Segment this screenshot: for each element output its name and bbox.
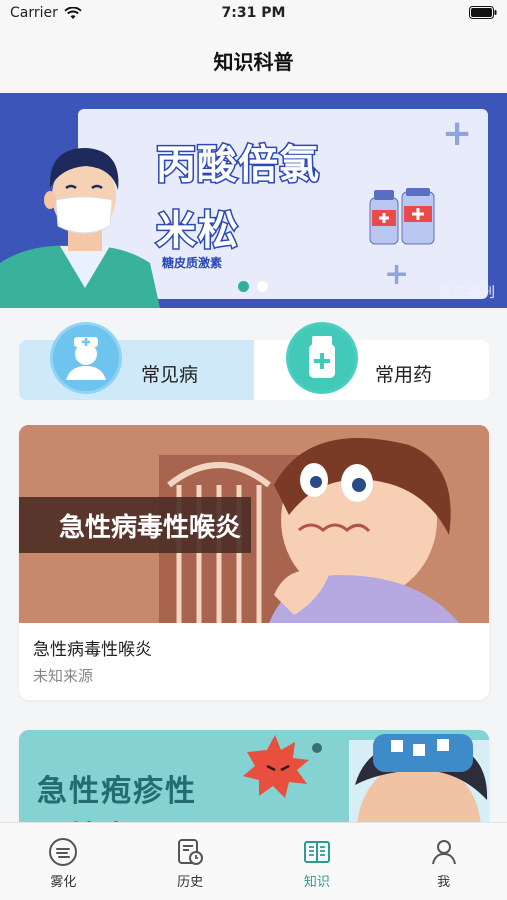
- banner-subtitle: 糖皮质激素: [162, 256, 223, 270]
- nebulizer-icon: [49, 838, 78, 866]
- article-source: 未知来源: [33, 667, 94, 685]
- tab-label: 知识: [303, 875, 330, 890]
- banner-carousel[interactable]: + +: [0, 93, 507, 308]
- plus-decoration-icon: +: [442, 113, 473, 154]
- doctor-icon[interactable]: [50, 322, 122, 394]
- category-common-medicines-label[interactable]: 常用药: [375, 360, 432, 387]
- carousel-dot[interactable]: [257, 281, 268, 292]
- tab-me[interactable]: 我: [380, 823, 507, 900]
- tab-history[interactable]: 历史: [127, 823, 254, 900]
- article-thumbnail: 急性病毒性喉炎: [19, 425, 489, 623]
- article-title[interactable]: 急性病毒性喉炎: [33, 635, 152, 660]
- tab-label: 我: [437, 875, 451, 890]
- banner-title-line1: 丙酸倍氯: [155, 141, 321, 190]
- carousel-pagination: [238, 281, 268, 292]
- article-card[interactable]: 急性病毒性喉炎 急性病毒性喉炎 未知来源: [19, 425, 489, 700]
- clock: 7:31 PM: [221, 5, 286, 21]
- banner-source: 医学报刊: [439, 285, 495, 301]
- medicine-bottles-illustration: [369, 188, 435, 245]
- banner-title-line2: 米松: [155, 207, 240, 256]
- carousel-dot-active[interactable]: [238, 281, 249, 292]
- tab-knowledge[interactable]: 知识: [254, 823, 381, 900]
- tab-nebulizer[interactable]: 雾化: [0, 823, 127, 900]
- tab-label: 历史: [177, 875, 204, 890]
- plus-decoration-icon: +: [384, 257, 410, 292]
- battery-icon: [469, 6, 497, 19]
- page-title: 知识科普: [213, 49, 294, 74]
- category-common-diseases-label[interactable]: 常见病: [141, 360, 198, 387]
- medicine-bottle-icon[interactable]: [286, 322, 358, 394]
- user-icon: [431, 840, 456, 865]
- article-image-caption: 急性疱疹性: [37, 774, 197, 809]
- tab-bar: 雾化 历史 知识 我: [0, 822, 507, 900]
- status-bar: Carrier 7:31 PM: [0, 0, 507, 30]
- book-icon: [303, 841, 330, 863]
- article-image-caption: 急性病毒性喉炎: [19, 497, 251, 553]
- doctor-illustration: [0, 148, 160, 308]
- navigation-bar: 知识科普: [0, 30, 507, 90]
- history-icon: [178, 839, 204, 865]
- tab-label: 雾化: [50, 875, 77, 890]
- article-thumbnail: 急性疱疹性 咽峡炎: [19, 730, 489, 830]
- article-card[interactable]: 急性疱疹性 咽峡炎: [19, 730, 489, 830]
